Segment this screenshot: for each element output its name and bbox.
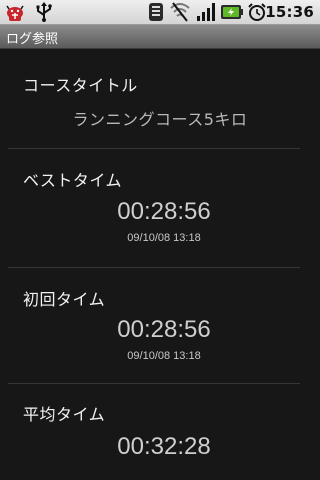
page-title: ログ参照 bbox=[6, 32, 59, 47]
log-content: コースタイトル ランニングコース5キロ ベストタイム 00:28:56 09/1… bbox=[0, 49, 320, 480]
best-time-date: 09/10/08 13:18 bbox=[127, 232, 201, 244]
first-time-date: 09/10/08 13:18 bbox=[127, 350, 201, 362]
first-time-value: 00:28:56 bbox=[117, 316, 211, 343]
course-title-label: コースタイトル bbox=[23, 76, 138, 95]
course-title-value: ランニングコース5キロ bbox=[72, 110, 248, 129]
title-bar: ログ参照 bbox=[0, 25, 320, 49]
best-time-label: ベストタイム bbox=[23, 171, 123, 190]
first-time-label: 初回タイム bbox=[23, 290, 106, 309]
average-time-label: 平均タイム bbox=[23, 405, 106, 424]
divider bbox=[8, 267, 300, 268]
cell-signal-icon bbox=[197, 3, 215, 21]
status-clock: 15:36 bbox=[265, 3, 314, 21]
status-bar: 15:36 bbox=[0, 0, 320, 25]
android-debug-icon bbox=[6, 5, 24, 21]
best-time-value: 00:28:56 bbox=[117, 198, 211, 225]
divider bbox=[8, 148, 300, 149]
screen: 15:36 ログ参照 コースタイトル ランニングコース5キロ ベストタイム 00… bbox=[0, 0, 320, 480]
divider bbox=[8, 383, 300, 384]
battery-charging-icon bbox=[221, 5, 243, 19]
wifi-off-icon bbox=[170, 2, 190, 22]
signal-stack-icon bbox=[149, 3, 163, 21]
usb-icon bbox=[36, 2, 52, 22]
alarm-clock-icon bbox=[248, 3, 266, 21]
average-time-value: 00:32:28 bbox=[117, 433, 211, 460]
